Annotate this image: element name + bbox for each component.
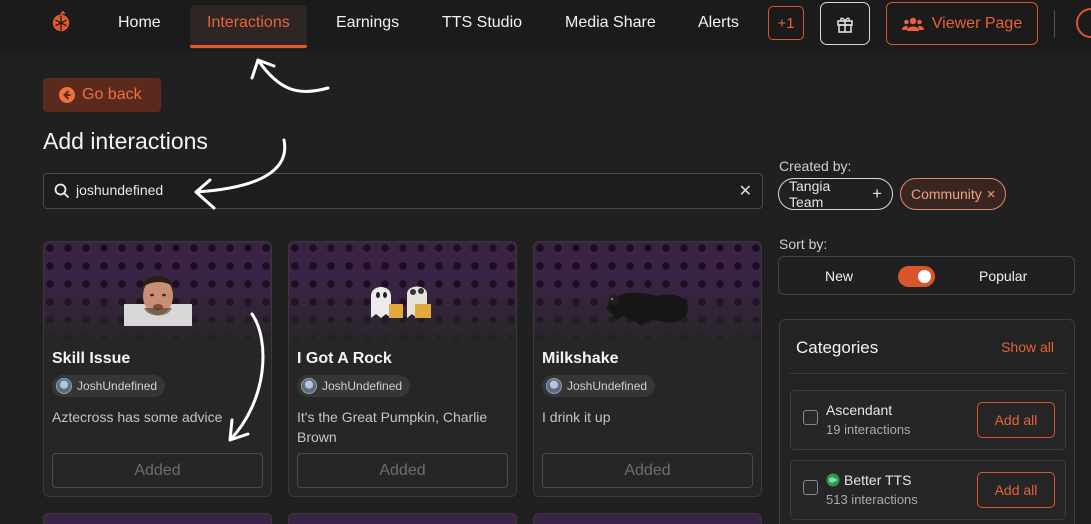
toggle-knob bbox=[918, 270, 931, 283]
sort-new-label[interactable]: New bbox=[825, 268, 853, 284]
sort-by-label: Sort by: bbox=[779, 236, 828, 252]
plus-one-button[interactable]: +1 bbox=[768, 6, 804, 40]
logo-icon[interactable] bbox=[50, 11, 72, 33]
nav-active-underline bbox=[190, 45, 307, 48]
add-all-button[interactable]: Add all bbox=[977, 472, 1055, 508]
nav-alerts[interactable]: Alerts bbox=[698, 14, 739, 32]
card-thumbnail-person bbox=[124, 276, 192, 326]
card-title: Milkshake bbox=[542, 350, 619, 367]
gift-button[interactable] bbox=[820, 2, 870, 45]
chip-label: Community bbox=[911, 186, 982, 202]
sort-toggle[interactable] bbox=[898, 266, 935, 287]
card-description: It's the Great Pumpkin, Charlie Brown bbox=[297, 409, 488, 445]
category-checkbox[interactable] bbox=[803, 410, 818, 425]
nav-interactions[interactable]: Interactions bbox=[207, 14, 290, 32]
interaction-card-partial[interactable] bbox=[43, 513, 272, 524]
filter-chip-tangia-team[interactable]: Tangia Team + bbox=[778, 178, 893, 210]
go-back-label: Go back bbox=[82, 86, 142, 103]
added-button[interactable]: Added bbox=[297, 453, 508, 488]
chip-label: Tangia Team bbox=[789, 178, 831, 210]
category-item: Ascendant 19 interactions Add all bbox=[790, 390, 1066, 450]
sort-popular-label[interactable]: Popular bbox=[979, 268, 1027, 284]
card-thumbnail-panther bbox=[606, 292, 688, 326]
categories-title: Categories bbox=[796, 338, 879, 357]
added-button[interactable]: Added bbox=[52, 453, 263, 488]
interaction-card[interactable]: I Got A Rock JoshUndefined It's the Grea… bbox=[288, 241, 517, 497]
nav-divider bbox=[1054, 10, 1055, 38]
arrow-to-interactions-tab bbox=[250, 58, 330, 94]
created-by-label: Created by: bbox=[779, 158, 852, 174]
card-description: I drink it up bbox=[542, 409, 611, 425]
user-avatar[interactable] bbox=[1076, 8, 1091, 38]
tts-icon bbox=[826, 473, 840, 487]
nav-earnings[interactable]: Earnings bbox=[336, 14, 399, 32]
close-icon[interactable]: ✕ bbox=[739, 181, 752, 201]
category-name: Ascendant bbox=[826, 402, 893, 418]
viewer-page-label: Viewer Page bbox=[931, 14, 1023, 32]
nav-home[interactable]: Home bbox=[118, 14, 161, 32]
card-thumbnail-ghosts bbox=[371, 286, 431, 318]
card-title: I Got A Rock bbox=[297, 350, 392, 367]
add-all-button[interactable]: Add all bbox=[977, 402, 1055, 438]
category-checkbox[interactable] bbox=[803, 480, 818, 495]
interaction-card-partial[interactable] bbox=[288, 513, 517, 524]
top-navigation: Home Interactions Earnings TTS Studio Me… bbox=[0, 0, 1091, 52]
viewer-page-button[interactable]: Viewer Page bbox=[886, 2, 1038, 45]
sort-control: New Popular bbox=[778, 256, 1075, 295]
filter-chip-community[interactable]: Community × bbox=[900, 178, 1006, 210]
plus-icon: + bbox=[872, 184, 882, 203]
users-icon bbox=[901, 17, 924, 31]
nav-tts-studio[interactable]: TTS Studio bbox=[442, 14, 522, 32]
search-box[interactable]: ✕ bbox=[43, 173, 763, 209]
category-item: Better TTS 513 interactions Add all bbox=[790, 460, 1066, 520]
interaction-card[interactable]: Skill Issue JoshUndefined Aztecross has … bbox=[43, 241, 272, 497]
category-count: 513 interactions bbox=[826, 492, 918, 507]
search-icon bbox=[54, 183, 70, 199]
divider bbox=[790, 373, 1066, 374]
close-icon[interactable]: × bbox=[987, 186, 996, 203]
author-chip[interactable]: JoshUndefined bbox=[297, 375, 411, 397]
card-title: Skill Issue bbox=[52, 350, 131, 367]
go-back-button[interactable]: Go back bbox=[43, 78, 161, 112]
interaction-card-partial[interactable] bbox=[533, 513, 762, 524]
show-all-link[interactable]: Show all bbox=[1001, 339, 1054, 355]
author-chip[interactable]: JoshUndefined bbox=[52, 375, 166, 397]
author-name: JoshUndefined bbox=[77, 379, 158, 393]
author-avatar bbox=[56, 378, 72, 394]
search-input[interactable] bbox=[76, 182, 716, 198]
author-name: JoshUndefined bbox=[322, 379, 403, 393]
category-count: 19 interactions bbox=[826, 422, 911, 437]
gift-icon bbox=[837, 17, 853, 33]
page-title: Add interactions bbox=[43, 128, 208, 154]
categories-panel: Categories Show all Ascendant 19 interac… bbox=[779, 319, 1075, 524]
interaction-card[interactable]: Milkshake JoshUndefined I drink it up Ad… bbox=[533, 241, 762, 497]
arrow-left-circle-icon bbox=[59, 87, 75, 103]
added-button[interactable]: Added bbox=[542, 453, 753, 488]
category-name: Better TTS bbox=[844, 472, 912, 488]
author-avatar bbox=[546, 378, 562, 394]
author-name: JoshUndefined bbox=[567, 379, 648, 393]
card-description: Aztecross has some advice bbox=[52, 409, 223, 425]
author-chip[interactable]: JoshUndefined bbox=[542, 375, 656, 397]
nav-media-share[interactable]: Media Share bbox=[565, 14, 656, 32]
author-avatar bbox=[301, 378, 317, 394]
